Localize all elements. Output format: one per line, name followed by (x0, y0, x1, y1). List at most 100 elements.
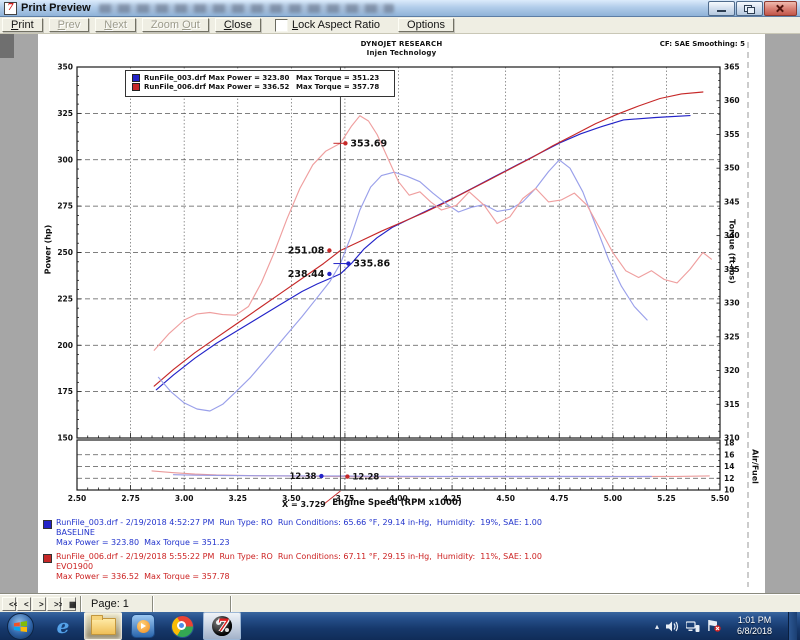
run-max-line: Max Power = 336.52 Max Torque = 357.78 (56, 572, 542, 582)
x-tick-label: 2.75 (121, 494, 140, 503)
x-tick-label: 2.50 (68, 494, 87, 503)
taskbar-item-windows-explorer[interactable] (84, 612, 122, 640)
statusbar-divider (80, 596, 82, 612)
x-tick-label: 3.25 (228, 494, 247, 503)
clock-date: 6/8/2018 (737, 626, 772, 637)
run-max-line: Max Power = 323.80 Max Torque = 351.23 (56, 538, 542, 548)
window-title: Print Preview (21, 2, 91, 14)
callout-dot (343, 141, 347, 145)
taskbar-item-dynojet-winpep[interactable]: 7 (203, 612, 241, 640)
callout-dot (346, 261, 350, 265)
run-name-line: BASELINE (56, 528, 542, 538)
hidden-icons-button[interactable]: ▴ (655, 622, 659, 631)
torque-tick-label: 325 (724, 332, 740, 341)
torque-tick-label: 330 (724, 299, 740, 308)
power-tick-label: 250 (57, 248, 73, 257)
torque-tick-label: 355 (724, 130, 740, 139)
toolbar-button-prev[interactable]: Prev (49, 18, 90, 32)
toolbar-button-print[interactable]: Print (2, 18, 43, 32)
taskbar-item-media-player[interactable] (125, 613, 161, 639)
power-tick-label: 175 (57, 387, 73, 396)
legend-torque-label: Max Torque = 357.78 (296, 83, 379, 91)
chrome-icon (171, 615, 194, 638)
legend-run-label: RunFile_003.drf Max Power = 323.80 (144, 74, 296, 82)
x-tick-label: 4.75 (550, 494, 569, 503)
airfuel-tick-label: 16 (724, 450, 734, 459)
callout-label: 335.86 (353, 259, 390, 270)
clock-time: 1:01 PM (737, 615, 772, 626)
power-tick-label: 325 (57, 109, 73, 118)
preview-area: 2.502.753.003.253.503.754.004.254.504.75… (0, 34, 800, 594)
nav-last-page-button[interactable]: >> (47, 597, 61, 611)
close-window-button[interactable] (764, 1, 797, 16)
run-swatch-red (43, 554, 52, 563)
nav-prev-page-button[interactable]: < (17, 597, 31, 611)
windows-flag-icon (14, 621, 27, 632)
airfuel-tick-label: 18 (724, 439, 734, 448)
callout-label: 12.28 (352, 473, 379, 483)
run-details-footer: RunFile_003.drf - 2/19/2018 4:52:27 PM R… (43, 518, 542, 586)
preview-corner-block (0, 34, 14, 58)
torque-tick-label: 365 (724, 63, 740, 72)
caption-buttons (708, 1, 798, 16)
airfuel-tick-label: 12 (724, 474, 734, 483)
callout-label: 12.38 (290, 472, 317, 482)
chart-subtitle: Injen Technology (38, 49, 765, 57)
torque-tick-label: 320 (724, 366, 740, 375)
toolbar: Print Prev Next Zoom Out Close Lock Aspect Ra… (0, 17, 800, 34)
volume-icon[interactable] (666, 621, 679, 632)
x-tick-label: 5.00 (604, 494, 623, 503)
toolbar-button-close[interactable]: Close (215, 18, 261, 32)
power-tick-label: 300 (57, 155, 73, 164)
power-tick-label: 225 (57, 294, 73, 303)
legend-run-label: RunFile_006.drf Max Power = 336.52 (144, 83, 296, 91)
minimize-button[interactable] (708, 1, 735, 16)
taskbar-item-internet-explorer[interactable]: e (45, 613, 81, 639)
internet-explorer-icon: e (57, 616, 70, 636)
action-center-flag-icon[interactable] (707, 620, 721, 632)
run-info-line: RunFile_006.drf - 2/19/2018 5:55:22 PM R… (56, 552, 542, 562)
callout-label: 353.69 (350, 138, 387, 149)
nav-first-page-button[interactable]: << (2, 597, 16, 611)
x-tick-label: 5.25 (657, 494, 676, 503)
power-axis-label: Power (hp) (44, 215, 53, 285)
legend-swatch-red (132, 83, 140, 91)
run-details-baseline: RunFile_003.drf - 2/19/2018 4:52:27 PM R… (43, 518, 542, 548)
print-preview-window: 7 Print Preview Print Prev Next Zoom Out Clo… (0, 0, 800, 640)
x-tick-label: 5.50 (711, 494, 730, 503)
legend-swatch-blue (132, 74, 140, 82)
legend-row: RunFile_006.drf Max Power = 336.52 Max T… (126, 82, 394, 91)
redacted-title-text (99, 4, 394, 13)
toolbar-button-options[interactable]: Options (398, 18, 454, 32)
toolbar-button-next[interactable]: Next (95, 18, 136, 32)
power-tick-label: 275 (57, 202, 73, 211)
show-desktop-button[interactable] (788, 612, 797, 640)
titlebar[interactable]: 7 Print Preview (0, 0, 800, 17)
restore-button[interactable] (736, 1, 763, 16)
taskbar-item-chrome[interactable] (164, 613, 200, 639)
run-info-line: RunFile_003.drf - 2/19/2018 4:52:27 PM R… (56, 518, 542, 528)
callout-dot (327, 248, 331, 252)
series-torque-runfile003 (158, 160, 647, 411)
system-tray: ▴ 1:01 PM 6/8/2018 (655, 612, 800, 640)
preview-page: 2.502.753.003.253.503.754.004.254.504.75… (38, 34, 765, 594)
media-player-icon (131, 614, 155, 638)
callout-dot (327, 272, 331, 276)
statusbar-divider (152, 596, 154, 612)
network-icon[interactable] (686, 621, 700, 632)
lock-aspect-ratio-checkbox[interactable] (275, 19, 288, 32)
cursor-x-readout: X = 3.729 (282, 500, 326, 509)
start-button[interactable] (7, 613, 34, 640)
multi-page-view-button[interactable]: ▦ (62, 597, 76, 611)
run-details-evo1900: RunFile_006.drf - 2/19/2018 5:55:22 PM R… (43, 552, 542, 582)
lock-aspect-ratio-label: Lock Aspect Ratio (292, 19, 380, 31)
page-number-label: Page: 1 (85, 598, 149, 610)
series-power-runfile006 (154, 92, 703, 386)
run-swatch-blue (43, 520, 52, 529)
nav-next-page-button[interactable]: > (32, 597, 46, 611)
toolbar-button-zoom-out[interactable]: Zoom Out (142, 18, 209, 32)
x-tick-label: 3.00 (175, 494, 194, 503)
taskbar-clock[interactable]: 1:01 PM 6/8/2018 (728, 615, 781, 637)
correction-factor-label: CF: SAE Smoothing: 5 (660, 40, 745, 48)
power-tick-label: 150 (57, 434, 73, 443)
